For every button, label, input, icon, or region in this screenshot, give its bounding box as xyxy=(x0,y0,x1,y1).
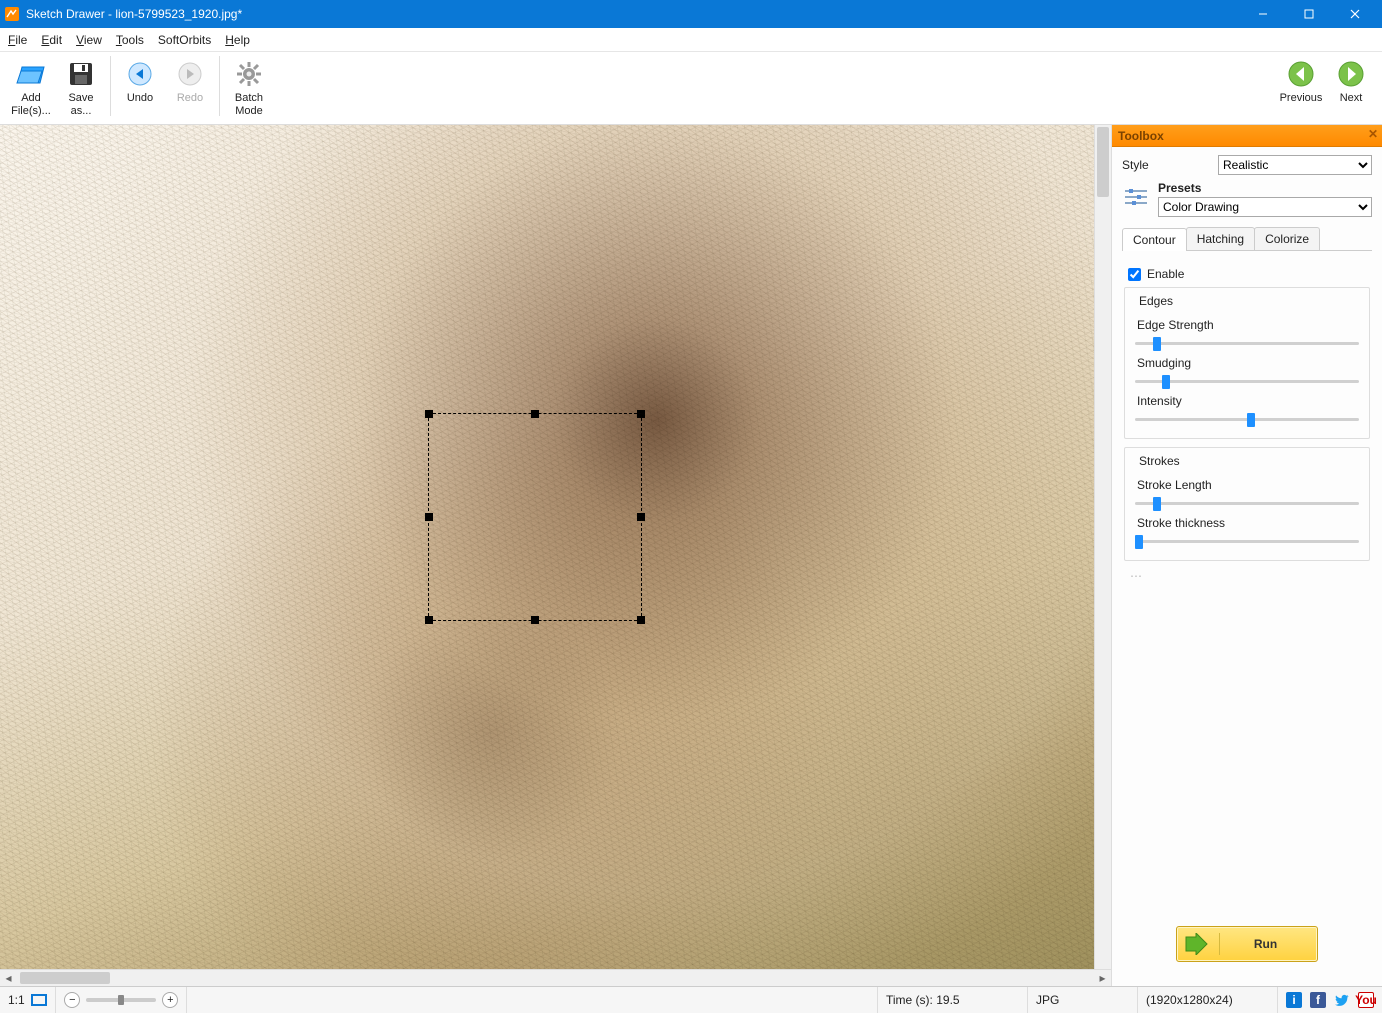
stroke-length-label: Stroke Length xyxy=(1137,478,1361,492)
toolbox-header: Toolbox ✕ xyxy=(1112,125,1382,147)
facebook-icon[interactable]: f xyxy=(1310,992,1326,1008)
selection-marquee[interactable] xyxy=(428,413,642,621)
scroll-right-icon[interactable]: ▸ xyxy=(1094,970,1111,986)
statusbar: 1:1 − + Time (s): 19.5 JPG (1920x1280x24… xyxy=(0,986,1382,1013)
titlebar: Sketch Drawer - lion-5799523_1920.jpg* xyxy=(0,0,1382,28)
intensity-label: Intensity xyxy=(1137,394,1361,408)
minimize-button[interactable] xyxy=(1240,0,1286,28)
presets-select[interactable]: Color Drawing xyxy=(1158,197,1372,217)
handle-top-mid[interactable] xyxy=(531,410,539,418)
redo-icon xyxy=(174,58,206,90)
tab-colorize[interactable]: Colorize xyxy=(1254,227,1320,250)
toolbar: Add File(s)... Save as... Undo Redo Batc… xyxy=(0,52,1382,125)
vertical-scrollbar[interactable] xyxy=(1094,125,1111,969)
toolbox-panel: Toolbox ✕ Style Realistic Presets Color … xyxy=(1111,125,1382,986)
zoom-slider[interactable] xyxy=(86,998,156,1002)
previous-button[interactable]: Previous xyxy=(1278,56,1324,105)
enable-checkbox[interactable] xyxy=(1128,268,1141,281)
handle-bot-mid[interactable] xyxy=(531,616,539,624)
run-button[interactable]: Run xyxy=(1176,926,1318,962)
menubar: File Edit View Tools SoftOrbits Help xyxy=(0,28,1382,52)
smudging-slider[interactable] xyxy=(1135,372,1359,390)
menu-file[interactable]: File xyxy=(8,33,27,47)
status-dimensions: (1920x1280x24) xyxy=(1138,987,1278,1013)
image-canvas[interactable] xyxy=(0,125,1094,969)
save-icon xyxy=(65,58,97,90)
scroll-left-icon[interactable]: ◂ xyxy=(0,970,17,986)
status-time: Time (s): 19.5 xyxy=(878,987,1028,1013)
fit-screen-icon[interactable] xyxy=(31,994,47,1006)
zoom-out-button[interactable]: − xyxy=(64,992,80,1008)
twitter-icon[interactable] xyxy=(1334,992,1350,1008)
handle-top-left[interactable] xyxy=(425,410,433,418)
window-title: Sketch Drawer - lion-5799523_1920.jpg* xyxy=(26,7,1240,21)
stroke-thickness-slider[interactable] xyxy=(1135,532,1359,550)
zoom-ratio[interactable]: 1:1 xyxy=(0,987,56,1013)
app-icon xyxy=(4,6,20,22)
edge-strength-slider[interactable] xyxy=(1135,334,1359,352)
handle-top-right[interactable] xyxy=(637,410,645,418)
horizontal-scrollbar[interactable]: ◂ ▸ xyxy=(0,969,1111,986)
handle-mid-right[interactable] xyxy=(637,513,645,521)
undo-icon xyxy=(124,58,156,90)
redo-button[interactable]: Redo xyxy=(167,56,213,105)
info-icon[interactable]: i xyxy=(1286,992,1302,1008)
zoom-control[interactable]: − + xyxy=(56,987,187,1013)
undo-button[interactable]: Undo xyxy=(117,56,163,105)
more-indicator: ⋯ xyxy=(1124,569,1370,583)
toolbox-close-icon[interactable]: ✕ xyxy=(1368,127,1378,141)
tab-contour[interactable]: Contour xyxy=(1122,228,1187,251)
presets-icon xyxy=(1122,183,1150,211)
enable-label: Enable xyxy=(1147,267,1184,281)
smudging-label: Smudging xyxy=(1137,356,1361,370)
menu-softorbits[interactable]: SoftOrbits xyxy=(158,33,211,47)
batch-mode-button[interactable]: Batch Mode xyxy=(226,56,272,117)
intensity-slider[interactable] xyxy=(1135,410,1359,428)
stroke-thickness-label: Stroke thickness xyxy=(1137,516,1361,530)
previous-icon xyxy=(1285,58,1317,90)
edge-strength-label: Edge Strength xyxy=(1137,318,1361,332)
presets-label: Presets xyxy=(1158,181,1372,195)
gear-icon xyxy=(233,58,265,90)
handle-bot-right[interactable] xyxy=(637,616,645,624)
maximize-button[interactable] xyxy=(1286,0,1332,28)
add-files-button[interactable]: Add File(s)... xyxy=(8,56,54,117)
style-select[interactable]: Realistic xyxy=(1218,155,1372,175)
menu-help[interactable]: Help xyxy=(225,33,250,47)
zoom-in-button[interactable]: + xyxy=(162,992,178,1008)
next-button[interactable]: Next xyxy=(1328,56,1374,105)
edges-group: Edges Edge Strength Smudging Intensity xyxy=(1124,287,1370,439)
handle-bot-left[interactable] xyxy=(425,616,433,624)
stroke-length-slider[interactable] xyxy=(1135,494,1359,512)
save-as-button[interactable]: Save as... xyxy=(58,56,104,117)
tab-hatching[interactable]: Hatching xyxy=(1186,227,1255,250)
menu-view[interactable]: View xyxy=(76,33,102,47)
style-label: Style xyxy=(1122,158,1212,172)
toolbox-tabs: Contour Hatching Colorize xyxy=(1122,227,1372,251)
add-files-icon xyxy=(15,58,47,90)
strokes-group: Strokes Stroke Length Stroke thickness xyxy=(1124,447,1370,561)
run-icon xyxy=(1183,931,1209,957)
close-button[interactable] xyxy=(1332,0,1378,28)
next-icon xyxy=(1335,58,1367,90)
menu-tools[interactable]: Tools xyxy=(116,33,144,47)
menu-edit[interactable]: Edit xyxy=(41,33,62,47)
handle-mid-left[interactable] xyxy=(425,513,433,521)
youtube-icon[interactable]: You xyxy=(1358,992,1374,1008)
status-format: JPG xyxy=(1028,987,1138,1013)
